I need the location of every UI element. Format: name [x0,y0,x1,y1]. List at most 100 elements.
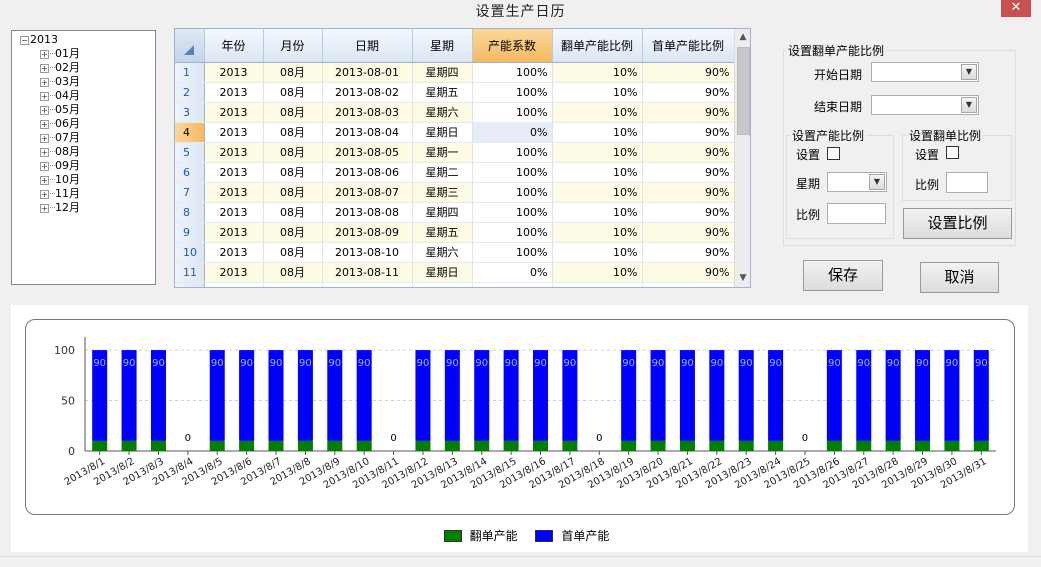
table-cell[interactable]: 2013-08-04 [322,122,413,143]
table-cell[interactable]: 2013 [204,182,264,203]
table-cell[interactable]: 2013 [204,82,264,103]
column-header[interactable]: 日期 [322,29,413,63]
table-cell[interactable]: 星期三 [412,182,473,203]
table-cell[interactable]: 2013-08-05 [322,142,413,163]
table-cell[interactable]: 90% [642,82,735,103]
column-header[interactable]: 年份 [204,29,264,63]
table-cell[interactable]: 90% [642,122,735,143]
table-cell[interactable]: 90% [642,62,735,83]
scroll-down-icon[interactable]: ▼ [735,270,750,287]
expand-icon[interactable]: + [40,190,49,199]
table-cell[interactable]: 2013-08-06 [322,162,413,183]
table-cell[interactable]: 08月 [263,202,323,223]
start-date-combo[interactable]: ▼ [871,62,979,82]
table-cell[interactable]: 星期五 [412,82,473,103]
table-cell[interactable]: 10% [552,142,643,163]
collapse-icon[interactable]: − [20,36,29,45]
capacity-set-checkbox[interactable] [827,147,840,160]
table-cell[interactable]: 2013-08-11 [322,262,413,283]
table-cell[interactable]: 2013 [204,122,264,143]
tree-node-month[interactable]: +12月 [20,201,155,215]
table-cell[interactable]: 10% [552,122,643,143]
end-date-combo[interactable]: ▼ [871,95,979,115]
table-cell[interactable]: 2013-08-12 [322,282,413,287]
table-cell[interactable]: 100% [472,142,553,163]
table-cell[interactable]: 90% [642,262,735,283]
table-cell[interactable]: 10% [552,82,643,103]
tree-node-month[interactable]: +04月 [20,89,155,103]
table-cell[interactable]: 08月 [263,222,323,243]
tree-node-month[interactable]: +02月 [20,61,155,75]
table-cell[interactable]: 10% [552,62,643,83]
row-header[interactable]: 4 [175,122,205,143]
table-cell[interactable]: 10% [552,242,643,263]
table-cell[interactable]: 10% [552,262,643,283]
table-cell[interactable]: 100% [472,62,553,83]
chevron-down-icon[interactable]: ▼ [869,174,885,190]
table-cell[interactable]: 08月 [263,142,323,163]
table-cell[interactable]: 90% [642,222,735,243]
row-header[interactable]: 7 [175,182,205,203]
column-header[interactable]: 星期 [412,29,473,63]
table-cell[interactable]: 2013 [204,262,264,283]
row-header[interactable]: 11 [175,262,205,283]
table-cell[interactable]: 10% [552,202,643,223]
table-row[interactable]: 4 2013 08月 2013-08-04 星期日 0% 10% 90% [175,122,735,143]
table-row[interactable]: 7 2013 08月 2013-08-07 星期三 100% 10% 90% [175,182,735,203]
column-header[interactable]: 首单产能比例 [642,29,735,63]
table-cell[interactable]: 10% [552,182,643,203]
table-cell[interactable]: 90% [642,182,735,203]
table-cell[interactable]: 90% [642,162,735,183]
expand-icon[interactable]: + [40,50,49,59]
table-cell[interactable]: 100% [472,282,553,287]
table-row[interactable]: 8 2013 08月 2013-08-08 星期四 100% 10% 90% [175,202,735,223]
expand-icon[interactable]: + [40,106,49,115]
table-cell[interactable]: 90% [642,282,735,287]
calendar-grid[interactable]: 年份 月份 日期 星期 产能系数 翻单产能比例 首单产能比例 1 2013 08月 2013-08… [174,28,751,288]
tree-node-month[interactable]: +09月 [20,159,155,173]
reorder-set-checkbox[interactable] [946,146,959,159]
row-header[interactable]: 9 [175,222,205,243]
table-cell[interactable]: 星期日 [412,122,473,143]
table-cell[interactable]: 星期日 [412,262,473,283]
table-cell[interactable]: 08月 [263,242,323,263]
table-cell[interactable]: 2013 [204,142,264,163]
table-cell[interactable]: 10% [552,282,643,287]
column-header[interactable]: 月份 [263,29,323,63]
grid-scrollbar[interactable]: ▲ ▼ [734,29,750,287]
table-row[interactable]: 11 2013 08月 2013-08-11 星期日 0% 10% 90% [175,262,735,283]
tree-node-month[interactable]: +01月 [20,47,155,61]
chevron-down-icon[interactable]: ▼ [961,64,977,80]
table-cell[interactable]: 100% [472,202,553,223]
table-row[interactable]: 3 2013 08月 2013-08-03 星期六 100% 10% 90% [175,102,735,123]
expand-icon[interactable]: + [40,176,49,185]
month-tree[interactable]: −2013 +01月 +02月 +03月 +04月 +05月 +06月 +07月 +08月 +0… [11,30,156,285]
row-header[interactable]: 3 [175,102,205,123]
row-header[interactable]: 10 [175,242,205,263]
table-cell[interactable]: 90% [642,242,735,263]
table-cell[interactable]: 星期一 [412,282,473,287]
table-cell[interactable]: 2013 [204,162,264,183]
table-cell[interactable]: 星期四 [412,202,473,223]
tree-node-month[interactable]: +11月 [20,187,155,201]
table-row[interactable]: 9 2013 08月 2013-08-09 星期五 100% 10% 90% [175,222,735,243]
table-cell[interactable]: 0% [472,262,553,283]
expand-icon[interactable]: + [40,162,49,171]
row-header[interactable]: 1 [175,62,205,83]
table-cell[interactable]: 2013 [204,222,264,243]
column-header[interactable]: 翻单产能比例 [552,29,643,63]
row-header[interactable]: 12 [175,282,205,287]
table-cell[interactable]: 2013-08-02 [322,82,413,103]
table-cell[interactable]: 2013-08-01 [322,62,413,83]
weekday-combo[interactable]: ▼ [827,172,887,192]
expand-icon[interactable]: + [40,134,49,143]
table-cell[interactable]: 90% [642,202,735,223]
table-row[interactable]: 5 2013 08月 2013-08-05 星期一 100% 10% 90% [175,142,735,163]
expand-icon[interactable]: + [40,64,49,73]
table-cell[interactable]: 10% [552,222,643,243]
table-cell[interactable]: 2013 [204,242,264,263]
table-cell[interactable]: 100% [472,162,553,183]
table-cell[interactable]: 2013-08-03 [322,102,413,123]
tree-node-month[interactable]: +07月 [20,131,155,145]
table-cell[interactable]: 星期四 [412,62,473,83]
